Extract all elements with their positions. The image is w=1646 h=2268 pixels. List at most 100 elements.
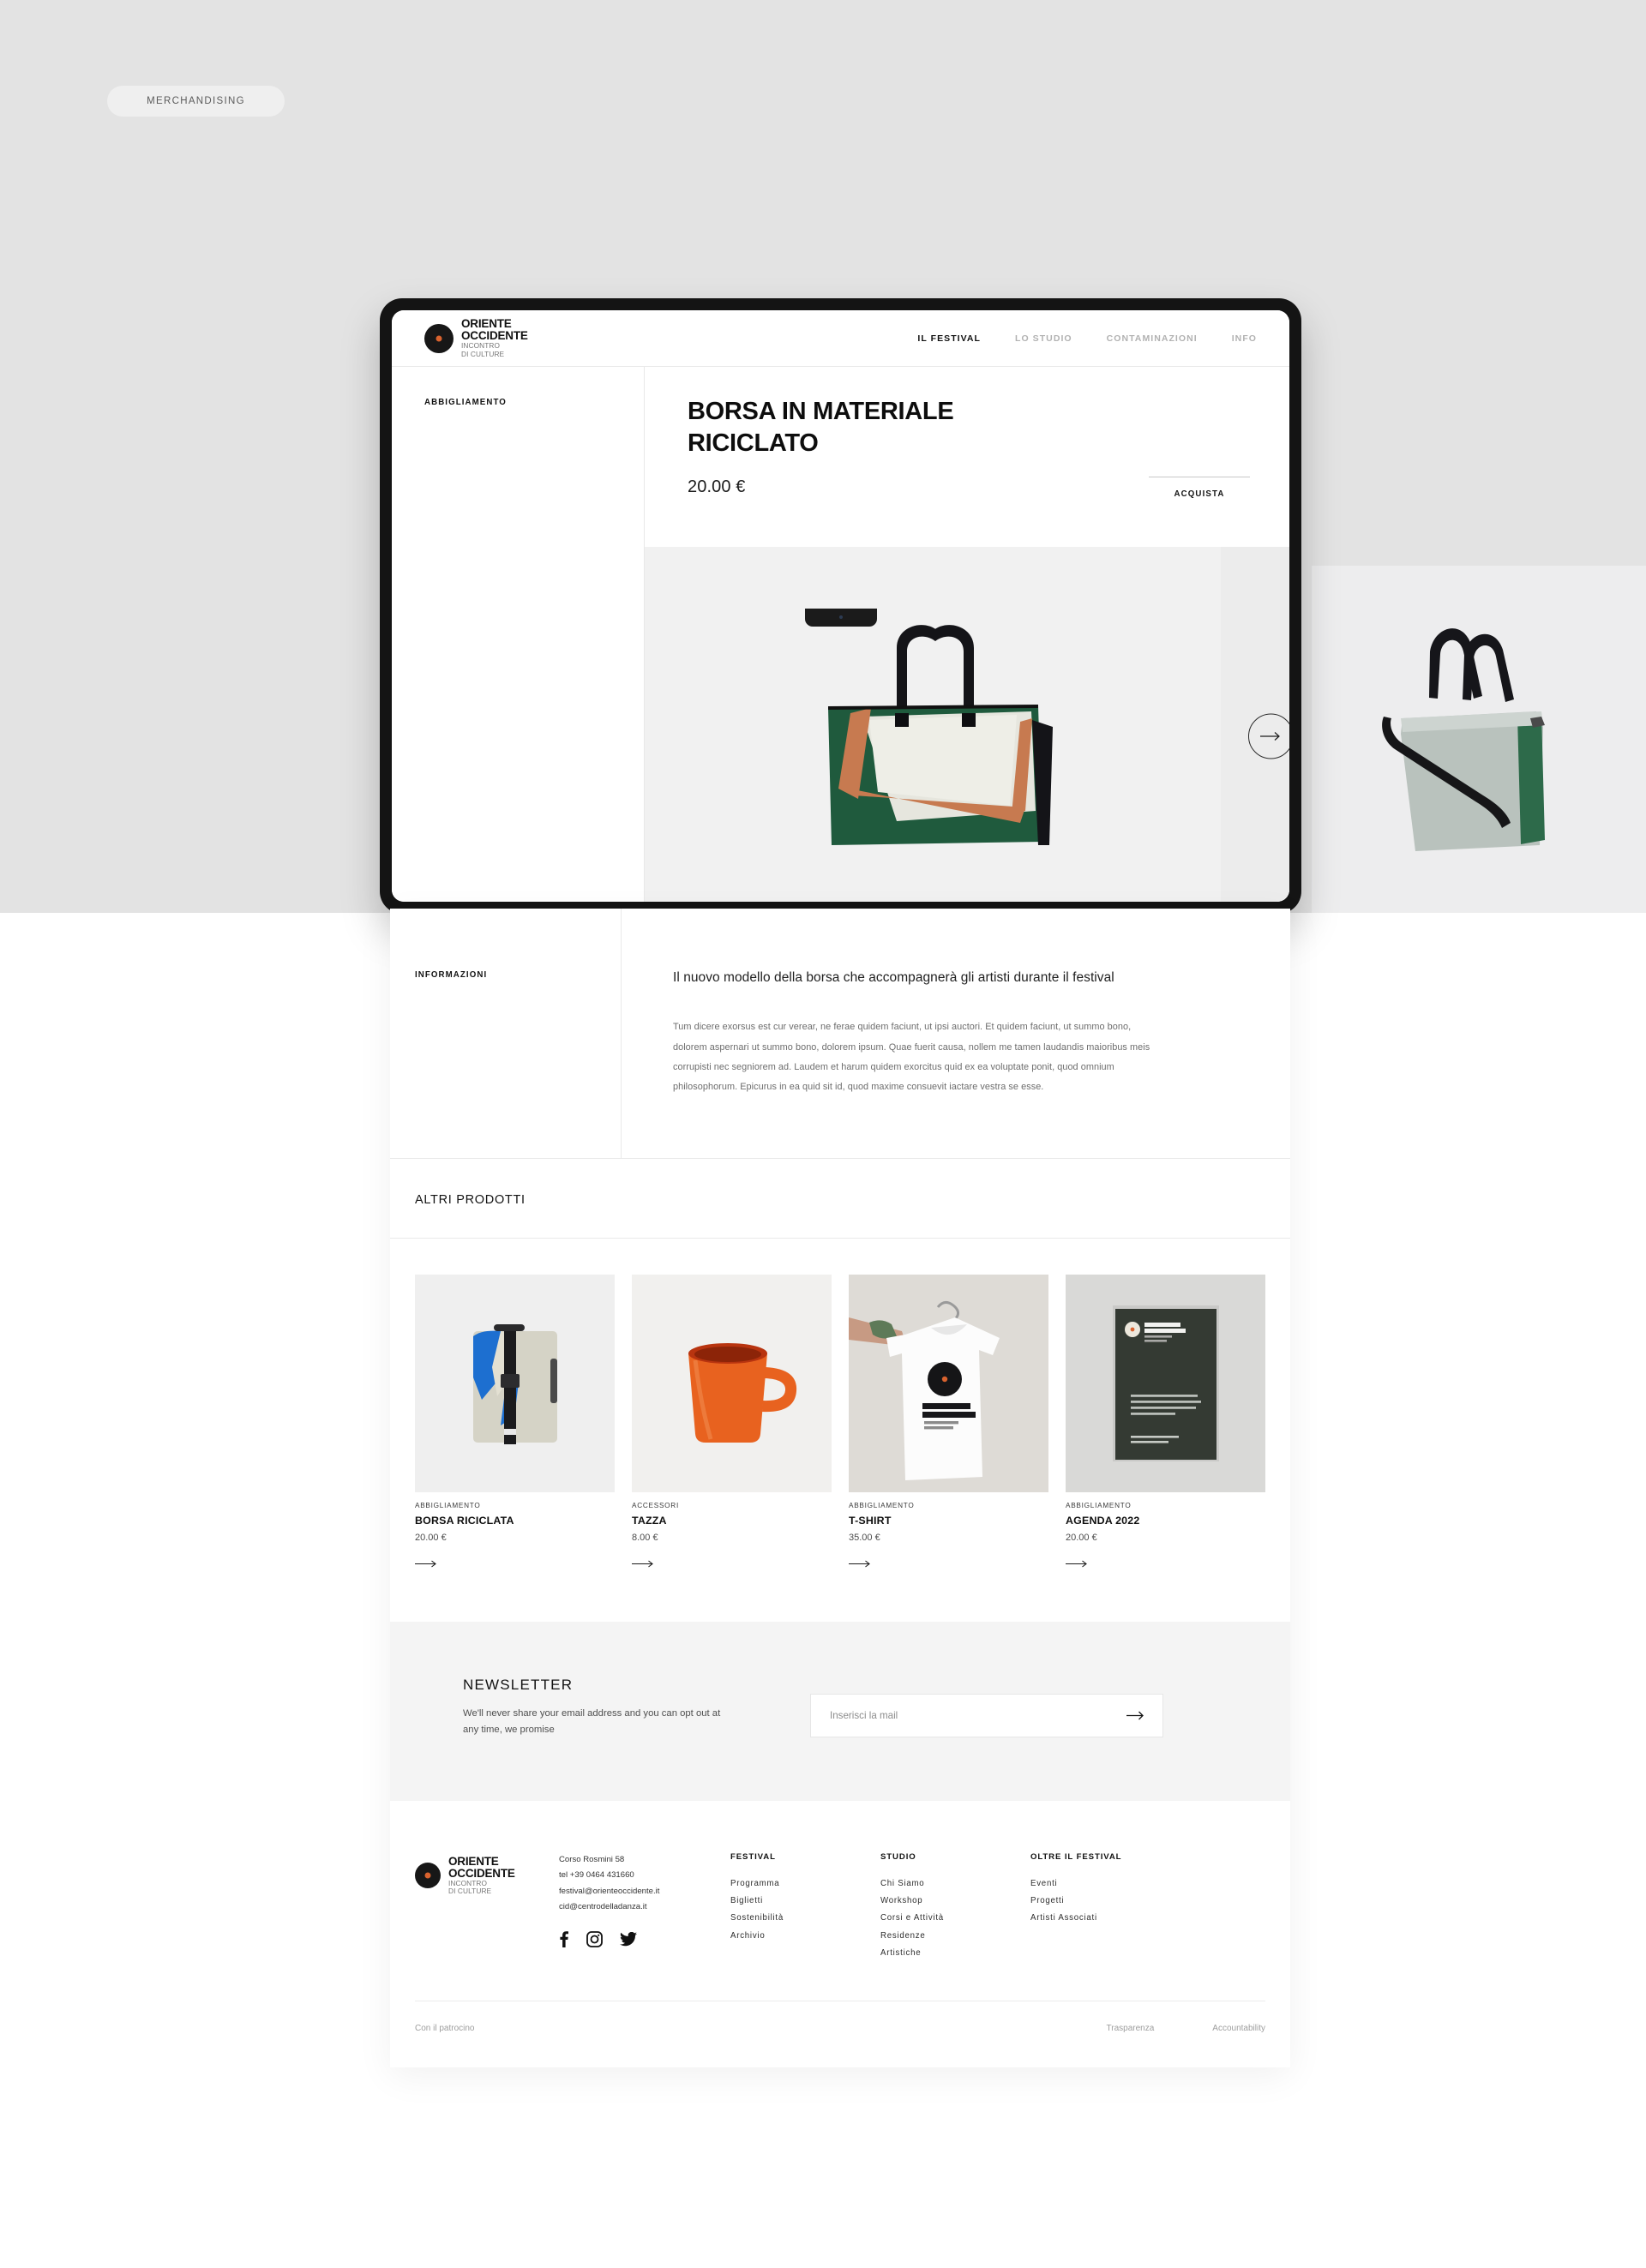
product-thumbnail [632, 1274, 832, 1492]
footer-link-artisti-associati[interactable]: Artisti Associati [1030, 1910, 1202, 1927]
instagram-icon[interactable] [586, 1930, 603, 1952]
footer-logo-lockup[interactable]: ORIENTE OCCIDENTE INCONTRO DI CULTURE [415, 1855, 559, 1896]
product-heading-block: BORSA IN MATERIALE RICICLATO 20.00 € [688, 396, 970, 547]
logo-line-4: DI CULTURE [461, 349, 505, 358]
product-card-arrow[interactable] [1066, 1557, 1265, 1572]
footer-column-heading: OLTRE IL FESTIVAL [1030, 1851, 1122, 1862]
footer-legal-links: Trasparenza Accountability [1107, 2024, 1265, 2033]
product-hero: ABBIGLIAMENTO BORSA IN MATERIALE RICICLA… [392, 367, 1289, 902]
footer-link-corsi-e-attivita[interactable]: Corsi e Attività [880, 1910, 1030, 1927]
footer-address: Corso Rosmini 58 [559, 1854, 625, 1864]
footer-social-links [559, 1930, 730, 1952]
twitter-icon[interactable] [620, 1931, 637, 1951]
footer-contact: Corso Rosmini 58 tel +39 0464 431660 fes… [559, 1852, 730, 1963]
footer-column-oltre-il-festival: OLTRE IL FESTIVAL Eventi Progetti Artist… [1030, 1852, 1202, 1963]
tshirt-illustration [849, 1274, 1048, 1492]
product-card-name: AGENDA 2022 [1066, 1514, 1140, 1527]
product-card-category: ABBIGLIAMENTO [1066, 1501, 1132, 1509]
site-footer: ORIENTE OCCIDENTE INCONTRO DI CULTURE Co… [390, 1800, 1290, 1963]
facebook-icon[interactable] [559, 1930, 569, 1952]
product-card-arrow[interactable] [849, 1557, 1048, 1572]
product-card-price: 8.00 € [632, 1532, 658, 1543]
tablet-screen: ORIENTE OCCIDENTE INCONTRO DI CULTURE IL… [392, 310, 1289, 902]
footer-link-artistiche[interactable]: Artistiche [880, 1945, 1030, 1962]
footer-logo[interactable]: ORIENTE OCCIDENTE INCONTRO DI CULTURE [415, 1852, 559, 1963]
product-card-name: BORSA RICICLATA [415, 1514, 514, 1527]
related-title: ALTRI PRODOTTI [415, 1192, 526, 1207]
tablet-camera-notch [804, 609, 877, 627]
related-section-header: ALTRI PRODOTTI [390, 1159, 1290, 1239]
newsletter-submit-button[interactable] [1126, 1711, 1145, 1720]
logo-line-1: ORIENTE [461, 317, 512, 331]
gallery-slide-next [1221, 547, 1289, 902]
newsletter-email-input[interactable] [830, 1709, 1126, 1721]
footer-column-heading: STUDIO [880, 1851, 916, 1862]
footer-link-archivio[interactable]: Archivio [730, 1928, 880, 1945]
site-header: ORIENTE OCCIDENTE INCONTRO DI CULTURE IL… [392, 310, 1289, 367]
logo-line-2: OCCIDENTE [461, 329, 528, 343]
logo-line-2: OCCIDENTE [448, 1866, 515, 1880]
footer-link-sostenibilita[interactable]: Sostenibilità [730, 1910, 880, 1927]
newsletter-copy: NEWSLETTER We'll never share your email … [463, 1677, 789, 1739]
product-card[interactable]: ABBIGLIAMENTO T-SHIRT 35.00 € [849, 1274, 1048, 1572]
arrow-right-icon [632, 1560, 653, 1568]
tablet-device-frame: ORIENTE OCCIDENTE INCONTRO DI CULTURE IL… [380, 298, 1301, 914]
footer-email-cid[interactable]: cid@centrodelladanza.it [559, 1899, 730, 1915]
footer-link-workshop[interactable]: Workshop [880, 1893, 1030, 1910]
footer-link-accountability[interactable]: Accountability [1212, 2024, 1265, 2033]
product-card[interactable]: ABBIGLIAMENTO AGENDA 2022 20.00 € [1066, 1274, 1265, 1572]
product-category-rail: ABBIGLIAMENTO [392, 367, 645, 902]
product-card-arrow[interactable] [415, 1557, 615, 1572]
product-detail-panel: BORSA IN MATERIALE RICICLATO 20.00 € ACQ… [645, 367, 1289, 902]
footer-link-chi-siamo[interactable]: Chi Siamo [880, 1875, 1030, 1893]
product-card-category: ABBIGLIAMENTO [415, 1501, 481, 1509]
newsletter-subtitle: We'll never share your email address and… [463, 1707, 721, 1736]
logo-wordmark: ORIENTE OCCIDENTE INCONTRO DI CULTURE [461, 318, 528, 358]
product-card-name: T-SHIRT [849, 1514, 892, 1527]
agenda-book-illustration [1066, 1274, 1265, 1492]
product-thumbnail [1066, 1274, 1265, 1492]
mug-illustration [632, 1274, 832, 1492]
informazioni-rail: INFORMAZIONI [390, 909, 622, 1158]
footer-link-programma[interactable]: Programma [730, 1875, 880, 1893]
footer-patrocino-label: Con il patrocino [415, 2023, 475, 2033]
recycled-tote-bag-illustration [827, 625, 1053, 845]
site-logo[interactable]: ORIENTE OCCIDENTE INCONTRO DI CULTURE [424, 318, 528, 358]
logo-line-4: DI CULTURE [448, 1887, 492, 1896]
logo-disc-icon [415, 1863, 441, 1889]
footer-phone: tel +39 0464 431660 [559, 1870, 634, 1881]
gallery-next-button[interactable] [1248, 713, 1289, 759]
merchandising-badge: MERCHANDISING [107, 86, 285, 117]
newsletter-title: NEWSLETTER [463, 1676, 574, 1693]
footer-link-progetti[interactable]: Progetti [1030, 1893, 1202, 1910]
nav-item-il-festival[interactable]: IL FESTIVAL [917, 333, 981, 344]
buy-action[interactable]: ACQUISTA [1149, 396, 1250, 547]
logo-disc-icon [424, 323, 454, 353]
product-card-price: 20.00 € [415, 1532, 447, 1543]
footer-link-residenze[interactable]: Residenze [880, 1928, 1030, 1945]
footer-bottom-bar: Con il patrocino Trasparenza Accountabil… [415, 2000, 1265, 2067]
arrow-right-icon [1260, 732, 1280, 741]
nav-item-contaminazioni[interactable]: CONTAMINAZIONI [1107, 333, 1198, 344]
backpack-illustration [415, 1274, 615, 1492]
product-price: 20.00 € [688, 477, 746, 497]
product-card[interactable]: ABBIGLIAMENTO BORSA RICICLATA 20.00 € [415, 1274, 615, 1572]
newsletter-section: NEWSLETTER We'll never share your email … [390, 1621, 1290, 1801]
gallery-slide-current [645, 547, 1221, 902]
footer-column-heading: FESTIVAL [730, 1851, 776, 1862]
tote-bag-side-illustration [1312, 566, 1646, 913]
product-card-category: ACCESSORI [632, 1501, 679, 1509]
arrow-right-icon [1126, 1711, 1144, 1720]
footer-link-trasparenza[interactable]: Trasparenza [1107, 2024, 1155, 2033]
product-card[interactable]: ACCESSORI TAZZA 8.00 € [632, 1274, 832, 1572]
informazioni-lead: Il nuovo modello della borsa che accompa… [673, 970, 1114, 985]
acquista-button[interactable]: ACQUISTA [1149, 489, 1250, 499]
footer-link-biglietti[interactable]: Biglietti [730, 1893, 880, 1910]
hero-photo-overflow [1312, 566, 1646, 913]
product-card-arrow[interactable] [632, 1557, 832, 1572]
nav-item-info[interactable]: INFO [1232, 333, 1257, 344]
nav-item-lo-studio[interactable]: LO STUDIO [1015, 333, 1072, 344]
arrow-right-icon [415, 1560, 436, 1568]
footer-email-festival[interactable]: festival@orienteoccidente.it [559, 1884, 730, 1899]
footer-link-eventi[interactable]: Eventi [1030, 1875, 1202, 1893]
